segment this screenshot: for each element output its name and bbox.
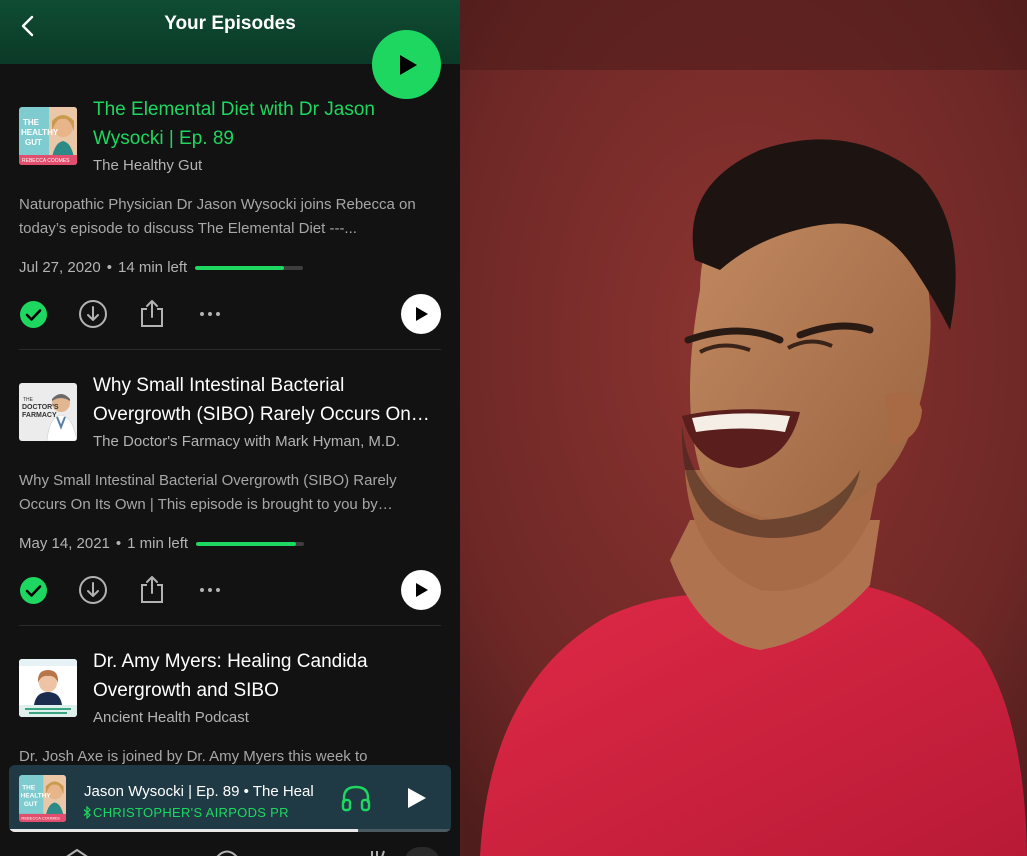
photo-illustration bbox=[460, 0, 1027, 856]
episode-cover: THE DOCTOR'S FARMACY bbox=[19, 383, 77, 441]
check-circle-icon bbox=[20, 577, 47, 604]
episode-cover bbox=[19, 659, 77, 717]
share-icon bbox=[141, 576, 163, 603]
svg-text:DOCTOR'S: DOCTOR'S bbox=[22, 404, 59, 411]
svg-text:REBECCA COOMES: REBECCA COOMES bbox=[22, 158, 70, 164]
more-options-button[interactable] bbox=[198, 306, 222, 322]
download-icon bbox=[79, 300, 107, 328]
home-icon[interactable] bbox=[62, 848, 92, 856]
episode-play-button[interactable] bbox=[401, 570, 441, 610]
episode-play-button[interactable] bbox=[401, 294, 441, 334]
episode-meta: Jul 27, 2020 • 14 min left bbox=[19, 259, 304, 276]
play-icon bbox=[408, 788, 426, 808]
played-check-button[interactable] bbox=[19, 576, 48, 605]
mini-player-play-button[interactable] bbox=[403, 785, 429, 811]
mini-player-progress bbox=[9, 829, 451, 832]
episode-cover: THE HEALTHY GUT REBECCA COOMES bbox=[19, 107, 77, 165]
svg-text:THE: THE bbox=[23, 118, 40, 127]
play-icon bbox=[416, 583, 428, 597]
episode-title[interactable]: Dr. Amy Myers: Healing Candida Overgrowt… bbox=[93, 647, 448, 705]
episode-meta: May 14, 2021 • 1 min left bbox=[19, 535, 305, 552]
episode-progress bbox=[196, 541, 305, 546]
play-all-button[interactable] bbox=[372, 30, 441, 99]
download-button[interactable] bbox=[78, 299, 108, 329]
episode-description: Why Small Intestinal Bacterial Overgrowt… bbox=[19, 472, 397, 513]
play-icon bbox=[416, 307, 428, 321]
page-title: Your Episodes bbox=[164, 13, 296, 34]
episode-show[interactable]: The Doctor's Farmacy with Mark Hyman, M.… bbox=[93, 433, 400, 450]
mini-player-title[interactable]: Jason Wysocki | Ep. 89 • The Heal bbox=[84, 783, 324, 800]
more-icon bbox=[200, 312, 220, 316]
library-icon[interactable] bbox=[368, 849, 398, 856]
mini-player[interactable]: THE HEALTHY GUT REBECCA COOMES Jason Wys… bbox=[9, 765, 451, 832]
played-check-button[interactable] bbox=[19, 300, 48, 329]
share-button[interactable] bbox=[139, 574, 165, 604]
download-icon bbox=[79, 576, 107, 604]
svg-text:THE: THE bbox=[22, 785, 36, 792]
profile-avatar[interactable] bbox=[404, 847, 440, 856]
more-icon bbox=[200, 588, 220, 592]
svg-text:THE: THE bbox=[23, 397, 34, 403]
episode-date: Jul 27, 2020 bbox=[19, 259, 101, 276]
svg-text:FARMACY: FARMACY bbox=[22, 412, 57, 419]
search-icon[interactable] bbox=[214, 849, 240, 856]
share-button[interactable] bbox=[139, 298, 165, 328]
episode-show[interactable]: The Healthy Gut bbox=[93, 157, 202, 174]
connect-device-button[interactable] bbox=[339, 782, 373, 814]
episode-remaining: 1 min left bbox=[127, 535, 189, 552]
portrait-photo bbox=[460, 0, 1027, 856]
share-icon bbox=[141, 300, 163, 327]
svg-text:REBECCA COOMES: REBECCA COOMES bbox=[21, 816, 60, 821]
divider bbox=[19, 625, 441, 626]
connected-device-label[interactable]: CHRISTOPHER'S AIRPODS PR bbox=[93, 805, 313, 820]
bottom-nav bbox=[0, 840, 460, 856]
more-options-button[interactable] bbox=[198, 582, 222, 598]
episodes-screen: Your Episodes THE HEALTHY GUT REBECCA CO… bbox=[0, 0, 460, 856]
episode-title[interactable]: The Elemental Diet with Dr Jason Wysocki… bbox=[93, 95, 448, 153]
episode-title[interactable]: Why Small Intestinal Bacterial Overgrowt… bbox=[93, 371, 448, 429]
episode-date: May 14, 2021 bbox=[19, 535, 110, 552]
divider bbox=[19, 349, 441, 350]
download-button[interactable] bbox=[78, 575, 108, 605]
svg-text:HEALTHY: HEALTHY bbox=[21, 793, 52, 800]
svg-text:HEALTHY: HEALTHY bbox=[21, 128, 59, 137]
episode-description: Naturopathic Physician Dr Jason Wysocki … bbox=[19, 196, 416, 237]
episode-progress bbox=[195, 265, 304, 270]
play-icon bbox=[399, 54, 417, 75]
bluetooth-icon bbox=[83, 806, 91, 819]
episode-show[interactable]: Ancient Health Podcast bbox=[93, 709, 249, 726]
svg-text:GUT: GUT bbox=[24, 801, 38, 808]
svg-text:GUT: GUT bbox=[25, 138, 42, 147]
headphones-icon bbox=[341, 785, 371, 812]
episode-remaining: 14 min left bbox=[118, 259, 188, 276]
mini-player-cover: THE HEALTHY GUT REBECCA COOMES bbox=[19, 775, 66, 822]
episode-actions bbox=[0, 570, 460, 610]
episode-actions bbox=[0, 294, 460, 334]
check-circle-icon bbox=[20, 301, 47, 328]
